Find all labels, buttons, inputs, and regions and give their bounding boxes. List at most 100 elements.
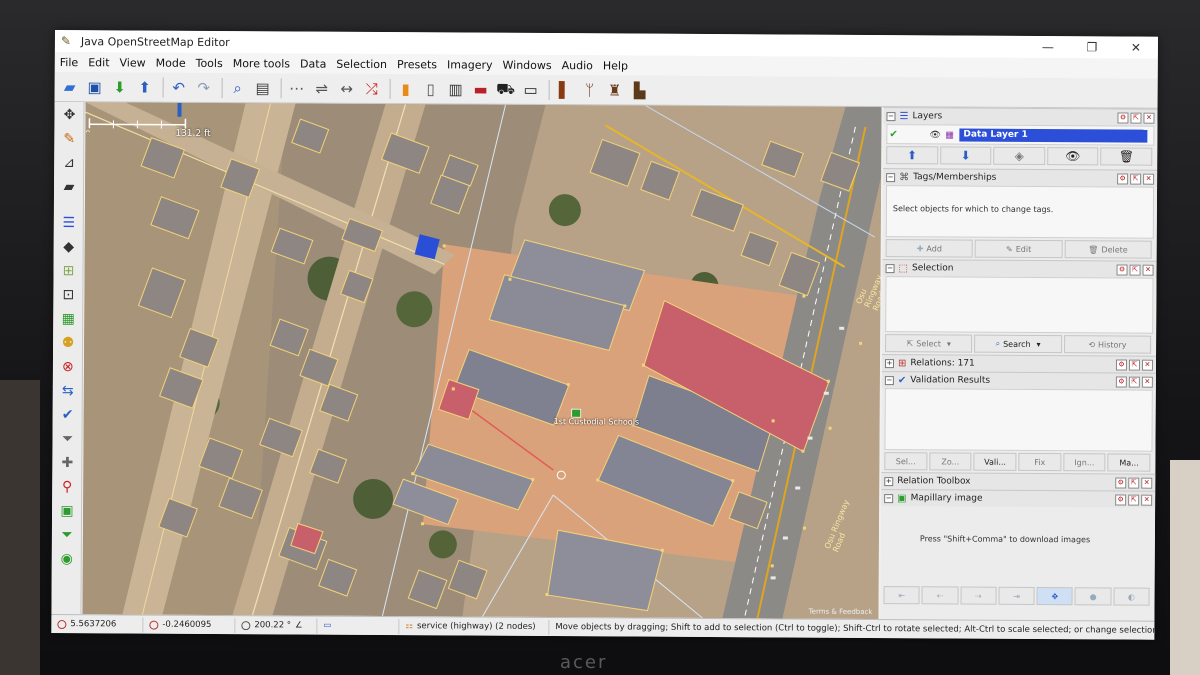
relation-toolbox-header[interactable]: + Relation Toolbox ⚙ ⇱ ✕ xyxy=(881,472,1156,491)
relation-icon[interactable]: ⊡ xyxy=(56,284,80,306)
redo-icon[interactable]: ↷ xyxy=(193,76,215,98)
car-preset-icon[interactable]: ⛟ xyxy=(495,78,517,100)
collapse-toggle-icon[interactable]: − xyxy=(885,263,895,273)
delete-layer-button[interactable]: 🗑 xyxy=(1100,147,1153,166)
menu-windows[interactable]: Windows xyxy=(498,58,557,71)
collapse-toggle-icon[interactable]: − xyxy=(884,375,894,385)
panel-settings-icon[interactable]: ⚙ xyxy=(1115,493,1127,506)
select-button[interactable]: ⇱ Select ▾ xyxy=(885,334,973,353)
menu-selection[interactable]: Selection xyxy=(331,57,392,70)
panel-close-icon[interactable]: ✕ xyxy=(1141,376,1153,388)
shop-preset-icon[interactable]: ▌ xyxy=(554,79,576,101)
notes-icon[interactable]: ✚ xyxy=(55,452,79,474)
road-preset-icon[interactable]: ▮ xyxy=(395,78,417,100)
show-hide-button[interactable]: 👁 xyxy=(1046,147,1099,166)
industrial-preset-icon[interactable]: ▙ xyxy=(629,79,651,101)
panel-settings-icon[interactable]: ⚙ xyxy=(1117,111,1129,124)
collapse-toggle-icon[interactable]: − xyxy=(886,111,896,121)
search-button[interactable]: ⌕ Search ▾ xyxy=(974,334,1062,354)
undo-icon[interactable]: ↶ xyxy=(168,76,190,98)
mapillary-previous-button[interactable]: ⇠ xyxy=(921,586,959,605)
move-down-button[interactable]: ⬇ xyxy=(939,146,992,165)
panel-detach-icon[interactable]: ⇱ xyxy=(1129,264,1141,276)
menu-edit[interactable]: Edit xyxy=(83,56,114,69)
layers-panel-header[interactable]: − ☰ Layers ⚙ ⇱ ✕ xyxy=(883,107,1158,126)
panel-detach-icon[interactable]: ⇱ xyxy=(1128,477,1140,489)
minimize-button[interactable]: — xyxy=(1026,40,1070,54)
layer-row[interactable]: ✔ 👁 ▦ Data Layer 1 xyxy=(889,127,1151,144)
tags-panel-header[interactable]: − ⌘ Tags/Memberships ⚙ ⇱ ✕ xyxy=(883,168,1158,187)
add-tag-button[interactable]: ✚ Add xyxy=(885,239,974,258)
download-icon[interactable]: ⬇ xyxy=(109,76,131,98)
panel-settings-icon[interactable]: ⚙ xyxy=(1116,263,1128,276)
imagery-attribution[interactable]: Terms & Feedback xyxy=(809,608,873,616)
mapillary-center-button[interactable]: ✥ xyxy=(1036,587,1074,606)
validation-icon[interactable]: ✔ xyxy=(56,404,80,426)
menu-more-tools[interactable]: More tools xyxy=(228,57,295,70)
layers-icon[interactable]: ☰ xyxy=(57,212,81,234)
rail-preset-icon[interactable]: ▥ xyxy=(445,78,467,100)
imagery-icon[interactable]: ▣ xyxy=(55,500,79,522)
save-icon[interactable]: ▣ xyxy=(84,76,106,98)
panel-detach-icon[interactable]: ⇱ xyxy=(1128,494,1140,506)
menu-imagery[interactable]: Imagery xyxy=(442,58,498,71)
filter-icon[interactable]: ⏷ xyxy=(55,428,79,450)
castle-preset-icon[interactable]: ♜ xyxy=(604,79,626,101)
move-up-button[interactable]: ⬆ xyxy=(886,146,938,165)
expand-toggle-icon[interactable]: + xyxy=(884,358,895,368)
panel-detach-icon[interactable]: ⇱ xyxy=(1128,376,1140,388)
layer-visible-icon[interactable]: 👁 xyxy=(929,130,945,140)
selection-list[interactable] xyxy=(885,276,1154,334)
menu-view[interactable]: View xyxy=(114,56,150,69)
align-line-icon[interactable]: ↔ xyxy=(336,77,358,99)
validation-panel-header[interactable]: − ✔ Validation Results ⚙ ⇱ ✕ xyxy=(881,371,1156,390)
panel-close-icon[interactable]: ✕ xyxy=(1142,264,1154,276)
open-folder-icon[interactable]: ▰ xyxy=(59,76,81,98)
select-mode-icon[interactable]: ✥ xyxy=(57,104,81,126)
zoom-icon[interactable]: ⌕ xyxy=(227,77,249,99)
restaurant-preset-icon[interactable]: ᛘ xyxy=(579,79,601,101)
mapillary-stop-button[interactable]: ◐ xyxy=(1113,587,1150,606)
fix-button[interactable]: Fix xyxy=(1018,452,1062,472)
menu-file[interactable]: File xyxy=(55,55,84,69)
map-view[interactable]: 0 131.2 ft 1st Custodial Schools Osu Rin… xyxy=(82,102,882,620)
validation-select-button[interactable]: Sel... xyxy=(884,452,928,471)
history-icon[interactable]: ⊗ xyxy=(56,356,80,378)
collapse-toggle-icon[interactable]: − xyxy=(884,493,894,503)
panel-close-icon[interactable]: ✕ xyxy=(1143,173,1155,185)
selection-panel-header[interactable]: − ⬚ Selection ⚙ ⇱ ✕ xyxy=(882,259,1157,278)
validation-list[interactable] xyxy=(884,388,1153,452)
panel-close-icon[interactable]: ✕ xyxy=(1141,494,1153,506)
mapillary-icon[interactable]: ◉ xyxy=(55,548,79,570)
combine-way-icon[interactable]: ⇌ xyxy=(311,77,333,99)
validate-button[interactable]: Vali... xyxy=(973,452,1017,471)
expand-toggle-icon[interactable]: + xyxy=(884,476,894,486)
collapse-toggle-icon[interactable]: − xyxy=(886,172,896,182)
parallel-mode-icon[interactable]: ▰ xyxy=(57,176,81,198)
close-button[interactable]: ✕ xyxy=(1114,40,1158,55)
mapillary-last-button[interactable]: ⇥ xyxy=(998,586,1035,605)
upload-icon[interactable]: ⬆ xyxy=(134,76,156,98)
merge-layer-button[interactable]: ◈ xyxy=(993,146,1046,166)
panel-detach-icon[interactable]: ⇱ xyxy=(1130,112,1142,124)
mapillary-next-button[interactable]: ⇢ xyxy=(960,586,997,605)
panel-settings-icon[interactable]: ⚙ xyxy=(1115,476,1127,489)
panel-settings-icon[interactable]: ⚙ xyxy=(1117,172,1129,185)
mapillary-panel-header[interactable]: − ▣ Mapillary image ⚙ ⇱ ✕ xyxy=(881,489,1156,508)
commands-icon[interactable]: ⇆ xyxy=(56,380,80,402)
map-paint-button[interactable]: Ma... xyxy=(1107,453,1151,472)
menu-presets[interactable]: Presets xyxy=(392,58,442,71)
menu-tools[interactable]: Tools xyxy=(191,56,228,69)
history-button[interactable]: ⟲ History xyxy=(1063,335,1152,354)
menu-audio[interactable]: Audio xyxy=(557,59,598,72)
edit-tag-button[interactable]: ✎ Edit xyxy=(974,239,1063,259)
menu-help[interactable]: Help xyxy=(598,59,633,72)
tag-icon[interactable]: ◆ xyxy=(57,236,81,258)
map-paint-icon[interactable]: ▦ xyxy=(56,308,80,330)
conflict-icon[interactable]: ⚉ xyxy=(56,332,80,354)
menu-data[interactable]: Data xyxy=(295,57,331,70)
panel-close-icon[interactable]: ✕ xyxy=(1143,112,1155,124)
relations-panel-header[interactable]: + ⊞ Relations: 171 ⚙ ⇱ ✕ xyxy=(881,354,1157,373)
panel-settings-icon[interactable]: ⚙ xyxy=(1115,375,1127,388)
panel-close-icon[interactable]: ✕ xyxy=(1141,359,1154,371)
